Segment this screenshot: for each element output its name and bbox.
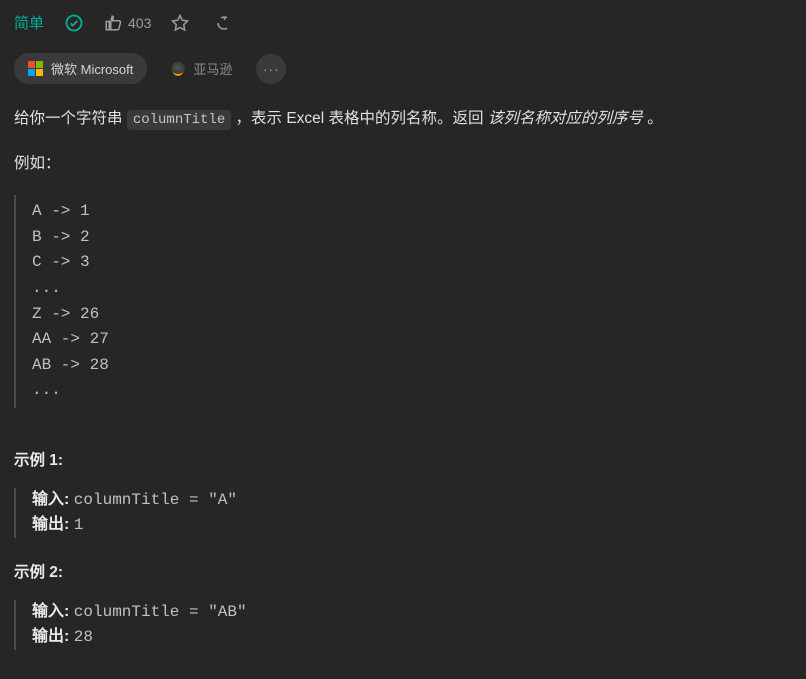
solved-icon[interactable] [64, 13, 84, 33]
share-button[interactable] [209, 14, 227, 32]
difficulty-label: 简单 [14, 12, 44, 33]
mapping-block: A -> 1 B -> 2 C -> 3 ... Z -> 26 AA -> 2… [14, 195, 792, 408]
tag-microsoft[interactable]: 微软 Microsoft [14, 53, 147, 84]
example-2-block: 输入: columnTitle = "AB" 输出: 28 [14, 600, 792, 650]
example-1-title: 示例 1: [14, 448, 792, 474]
thumbs-up-icon [104, 14, 122, 32]
problem-header: 简单 403 [14, 10, 792, 47]
like-button[interactable]: 403 [104, 14, 151, 32]
example-1-block: 输入: columnTitle = "A" 输出: 1 [14, 488, 792, 538]
problem-description: 给你一个字符串 columnTitle ，表示 Excel 表格中的列名称。返回… [14, 106, 792, 650]
microsoft-icon [28, 61, 43, 76]
more-tags-button[interactable]: ··· [256, 54, 286, 84]
param-code: columnTitle [127, 110, 231, 130]
example-intro: 例如： [14, 151, 792, 177]
company-tags: 微软 Microsoft 亚马逊 ··· [14, 47, 792, 106]
tag-amazon-label: 亚马逊 [193, 59, 232, 78]
amazon-icon [171, 62, 185, 76]
tag-microsoft-label: 微软 Microsoft [51, 59, 133, 78]
tag-amazon[interactable]: 亚马逊 [157, 53, 246, 84]
favorite-button[interactable] [171, 14, 189, 32]
intro-paragraph: 给你一个字符串 columnTitle ，表示 Excel 表格中的列名称。返回… [14, 106, 792, 133]
like-count: 403 [128, 15, 151, 31]
example-2-title: 示例 2: [14, 560, 792, 586]
